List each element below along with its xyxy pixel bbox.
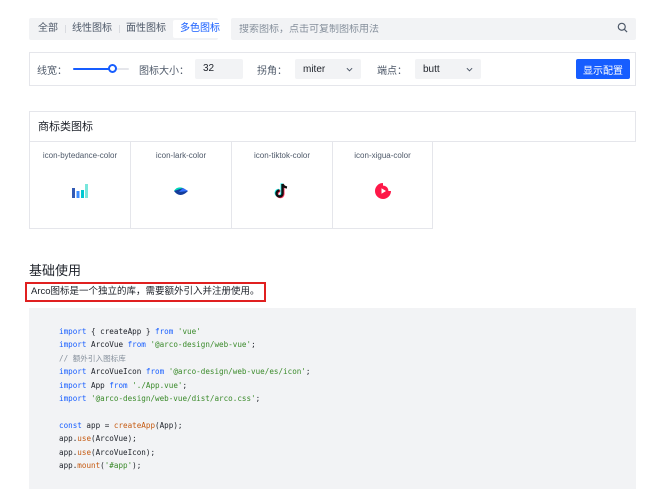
bytedance-logo-icon — [72, 184, 88, 198]
tab-fill[interactable]: 面性图标 — [119, 20, 173, 38]
icon-config-panel: 线宽： 图标大小： 32 拐角： miter 端点： butt 显示配置 — [29, 52, 636, 86]
stroke-width-slider[interactable] — [73, 63, 129, 75]
chevron-down-icon — [466, 67, 473, 72]
code-line: app.mount('#app'); — [59, 460, 142, 470]
brand-icons-section: 商标类图标 icon-bytedance-color icon-lark-col… — [29, 111, 636, 229]
icon-card-label: icon-lark-color — [155, 151, 207, 160]
lark-logo-icon — [174, 187, 188, 195]
show-config-button[interactable]: 显示配置 — [576, 59, 630, 79]
code-line: app.use(ArcoVueIcon); — [59, 447, 156, 457]
code-line: const app = createApp(App); — [59, 420, 183, 430]
stroke-width-label: 线宽： — [37, 65, 67, 77]
basic-usage-title: 基础使用 — [29, 263, 82, 278]
code-line: app.use(ArcoVue); — [59, 434, 137, 444]
icon-size-input[interactable]: 32 — [195, 59, 243, 79]
basic-usage-description: Arco图标是一个独立的库，需要额外引入并注册使用。 — [25, 282, 266, 302]
icon-size-label: 图标大小： — [139, 65, 189, 77]
code-line: import '@arco-design/web-vue/dist/arco.c… — [59, 393, 261, 403]
icon-card-label: icon-bytedance-color — [42, 151, 118, 160]
code-line: // 额外引入图标库 — [59, 353, 126, 363]
icon-card-label: icon-tiktok-color — [253, 151, 310, 160]
icon-search-box — [231, 18, 636, 40]
slider-fill — [73, 68, 113, 70]
code-line: import App from './App.vue'; — [59, 380, 188, 390]
xigua-logo-icon — [374, 183, 391, 199]
tab-color[interactable]: 多色图标 — [173, 20, 227, 38]
icon-card-bytedance[interactable]: icon-bytedance-color — [29, 142, 130, 229]
tab-all[interactable]: 全部 — [31, 20, 65, 38]
linejoin-value: miter — [303, 63, 326, 75]
code-line: import ArcoVue from '@arco-design/web-vu… — [59, 340, 256, 350]
chevron-down-icon — [346, 67, 353, 72]
linecap-label: 端点： — [377, 65, 407, 77]
search-input[interactable] — [239, 23, 617, 35]
tiktok-logo-icon — [274, 183, 288, 199]
linecap-value: butt — [423, 63, 440, 75]
slider-handle[interactable] — [108, 64, 117, 73]
linejoin-select[interactable]: miter — [295, 59, 361, 79]
linecap-select[interactable]: butt — [415, 59, 481, 79]
icon-card-lark[interactable]: icon-lark-color — [130, 142, 231, 229]
tab-outline[interactable]: 线性图标 — [65, 20, 119, 38]
code-line: import ArcoVueIcon from '@arco-design/we… — [59, 367, 311, 377]
search-icon[interactable] — [617, 20, 628, 38]
icon-card-xigua[interactable]: icon-xigua-color — [332, 142, 433, 229]
icon-filter-tabs: 全部 线性图标 面性图标 多色图标 — [29, 18, 227, 40]
linejoin-label: 拐角： — [257, 65, 287, 77]
section-title: 商标类图标 — [29, 111, 636, 142]
icon-grid: icon-bytedance-color icon-lark-color ico… — [29, 142, 636, 229]
code-block: import { createApp } from 'vue' import A… — [29, 308, 636, 489]
icon-card-label: icon-xigua-color — [354, 151, 411, 160]
icon-card-tiktok[interactable]: icon-tiktok-color — [231, 142, 332, 229]
code-line: import { createApp } from 'vue' — [59, 327, 201, 336]
